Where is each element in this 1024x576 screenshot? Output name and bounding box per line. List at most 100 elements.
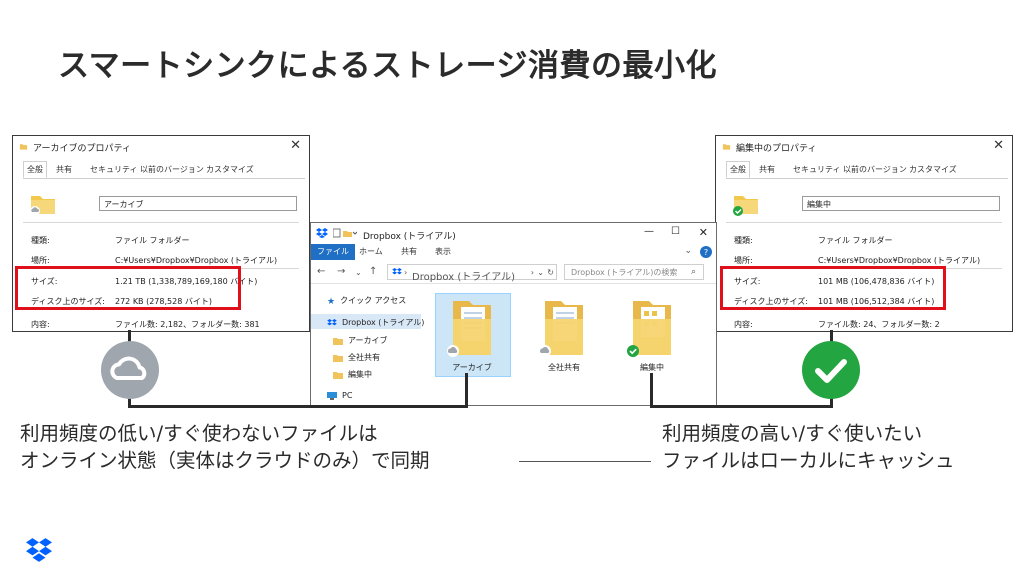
ribbon-tab-share[interactable]: 共有 [401,244,417,260]
breadcrumb-chevron-icon: › [404,268,408,277]
dropbox-logo-icon [26,538,52,562]
folder-icon [333,354,343,362]
close-button[interactable]: ✕ [993,138,1004,153]
tab-customize[interactable]: カスタマイズ [906,162,960,177]
search-icon[interactable]: ⌕ [691,267,696,277]
dialog-tabs: 全般 共有 セキュリティ 以前のバージョン カスタマイズ [23,161,305,179]
ribbon-tab-home[interactable]: ホーム [359,244,383,260]
dialog-titlebar: 編集中のプロパティ ✕ [716,136,1012,158]
slide-title: スマートシンクによるストレージ消費の最小化 [58,48,718,84]
contents-value: ファイル数: 24、フォルダー数: 2 [818,320,940,329]
back-icon[interactable]: ← [317,266,325,277]
close-button[interactable]: ✕ [290,138,301,153]
help-icon[interactable]: ? [700,246,712,258]
name-field[interactable]: 編集中 [802,196,1000,211]
connector-line [650,373,653,408]
tab-previous-versions[interactable]: 以前のバージョン [137,162,207,177]
location-label: 場所: [31,256,50,265]
dialog-titlebar: アーカイブのプロパティ ✕ [13,136,309,158]
folder-online-icon [30,196,55,216]
folder-icon [333,337,343,345]
recent-chevron-icon[interactable]: ⌄ [355,268,362,277]
address-text: Dropbox (トライアル) [412,272,516,283]
expand-ribbon-icon[interactable]: ⌄ [684,246,692,256]
refresh-icon[interactable]: ↻ [547,265,554,281]
folder-label-company-shared: 全社共有 [548,363,580,372]
ribbon-tab-file[interactable]: ファイル [311,244,355,260]
navigation-bar: ← → ⌄ ↑ › Dropbox (トライアル) › ⌄ ↻ Dropbox … [311,261,716,284]
forward-icon[interactable]: → [337,266,345,277]
dropbox-icon [316,228,328,238]
contents-label: 内容: [31,320,50,329]
sidebar-item-archive[interactable]: アーカイブ [333,335,388,346]
dropbox-icon [392,268,402,275]
cloud-online-badge-icon [101,341,159,399]
dropbox-icon [327,318,337,325]
explorer-title: Dropbox (トライアル) [363,232,456,242]
sidebar-item-quick-access[interactable]: ★ クイック アクセス [327,295,406,307]
folder-label-archive: アーカイブ [452,363,492,372]
close-button[interactable]: ✕ [699,226,708,239]
sidebar-label: アーカイブ [348,336,388,345]
search-input[interactable]: Dropbox (トライアル)の検索 [564,264,704,280]
contents-label: 内容: [734,320,753,329]
ribbon-tab-view[interactable]: 表示 [435,244,451,260]
folder-icon [333,371,343,379]
breadcrumb-chevron-icon: › [530,268,534,277]
up-icon[interactable]: ↑ [369,266,377,277]
maximize-button[interactable]: ☐ [671,226,680,237]
svg-text:?: ? [704,248,708,257]
sidebar-label: PC [342,391,353,400]
ribbon: ファイル ホーム 共有 表示 ⌄ ? [311,244,716,260]
sidebar-item-editing[interactable]: 編集中 [333,369,372,380]
quick-access-toolbar-icon[interactable] [333,228,357,238]
minimize-button[interactable]: — [644,226,654,237]
folder-icon [19,144,28,150]
divider [726,222,1002,223]
tab-general[interactable]: 全般 [726,161,750,178]
connector-line [650,405,833,408]
caption-divider-line [519,461,651,462]
connector-line [128,405,468,408]
dropdown-icon[interactable]: ⌄ [537,265,544,281]
dialog-title: 編集中のプロパティ [736,144,817,154]
location-value: C:¥Users¥Dropbox¥Dropbox (トライアル) [818,256,981,265]
sidebar-item-dropbox[interactable]: Dropbox (トライアル) [327,317,424,328]
name-field[interactable]: アーカイブ [99,196,297,211]
folder-synced-icon[interactable] [627,297,677,359]
caption-line: ファイルはローカルにキャッシュ [662,449,955,472]
connector-line [465,373,468,408]
type-label: 種類: [734,236,753,245]
folder-online-icon[interactable] [447,297,497,359]
location-label: 場所: [734,256,753,265]
folder-label-editing: 編集中 [640,363,664,372]
caption-right: 利用頻度の高い/すぐ使いたい ファイルはローカルにキャッシュ [662,420,955,474]
contents-value: ファイル数: 2,182、フォルダー数: 381 [115,320,260,329]
tab-previous-versions[interactable]: 以前のバージョン [840,162,910,177]
tab-sharing[interactable]: 共有 [53,162,75,177]
caption-line: オンライン状態（実体はクラウドのみ）で同期 [20,449,430,472]
size-highlight-box [720,266,946,310]
tab-security[interactable]: セキュリティ [790,162,844,177]
folder-icon [722,144,731,150]
tab-general[interactable]: 全般 [23,161,47,178]
caption-line: 利用頻度の低い/すぐ使わないファイルは [20,422,378,445]
sidebar-label: Dropbox (トライアル) [342,318,425,327]
sidebar-item-company-shared[interactable]: 全社共有 [333,352,380,363]
sidebar-item-pc[interactable]: PC [327,391,352,400]
explorer-window: Dropbox (トライアル) — ☐ ✕ ファイル ホーム 共有 表示 ⌄ ?… [310,222,717,406]
caption-left: 利用頻度の低い/すぐ使わないファイルは オンライン状態（実体はクラウドのみ）で同… [20,420,430,474]
explorer-titlebar: Dropbox (トライアル) — ☐ ✕ [311,223,716,245]
address-bar[interactable]: › Dropbox (トライアル) › ⌄ ↻ [387,264,557,283]
tab-sharing[interactable]: 共有 [756,162,778,177]
size-highlight-box [15,266,241,310]
dialog-tabs: 全般 共有 セキュリティ 以前のバージョン カスタマイズ [726,161,1008,179]
folder-synced-icon [733,196,758,216]
sidebar-label: 編集中 [348,370,372,379]
tab-customize[interactable]: カスタマイズ [203,162,257,177]
tab-security[interactable]: セキュリティ [87,162,141,177]
dialog-title: アーカイブのプロパティ [33,144,131,154]
folder-online-icon[interactable] [539,297,589,359]
divider [23,222,299,223]
caption-line: 利用頻度の高い/すぐ使いたい [662,422,923,445]
